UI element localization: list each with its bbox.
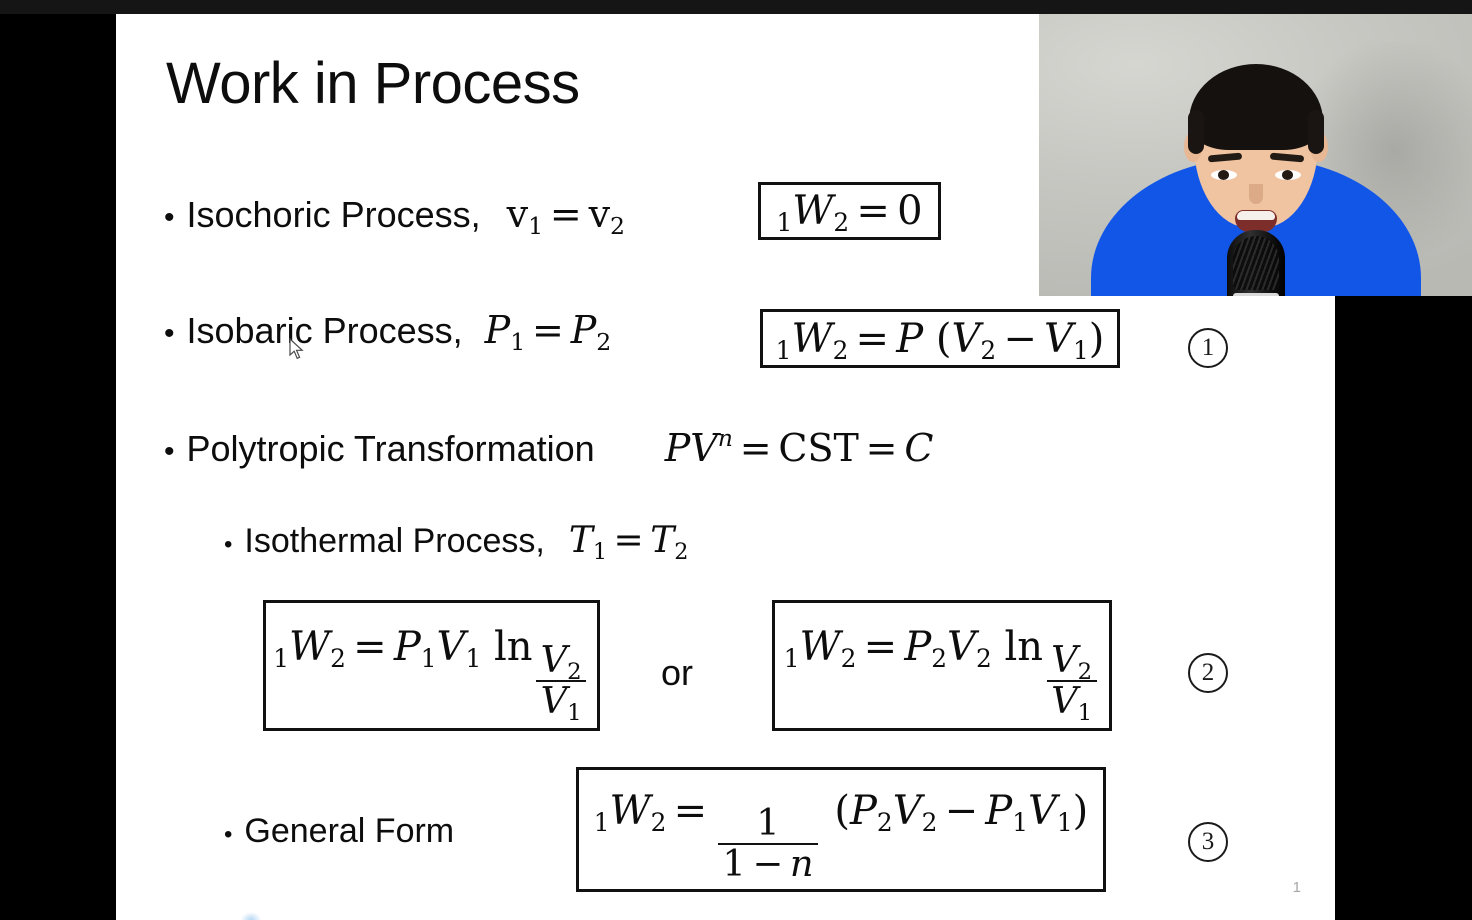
marker-three: 3 bbox=[1188, 822, 1228, 862]
microphone-icon bbox=[1226, 230, 1285, 296]
bullet-isochoric-label: Isochoric Process, bbox=[186, 194, 481, 235]
formula-isothermal-right: 1 W 2 = P 2 V 2 ln V2 V1 bbox=[784, 624, 1100, 724]
formula-isochoric: 1 W 2 = 0 bbox=[776, 188, 923, 238]
bullet-dot-icon: • bbox=[224, 531, 233, 558]
isothermal-condition: T 1 = T 2 bbox=[568, 520, 689, 565]
bullet-dot-icon: • bbox=[164, 435, 175, 468]
letterbox-left-bar bbox=[0, 14, 116, 920]
letterbox-right-bar bbox=[1335, 296, 1472, 920]
presenter-nose bbox=[1248, 184, 1263, 204]
formula-box-isochoric: 1 W 2 = 0 bbox=[758, 182, 941, 240]
isobaric-condition: P 1 = P 2 bbox=[484, 308, 612, 357]
marker-one: 1 bbox=[1188, 328, 1228, 368]
bullet-isochoric: • Isochoric Process, v 1 = v 2 bbox=[164, 192, 626, 241]
bullet-isothermal-label: Isothermal Process, bbox=[244, 522, 545, 560]
video-player: Work in Process • Isochoric Process, v 1 =… bbox=[0, 0, 1472, 920]
marker-two: 2 bbox=[1188, 653, 1228, 693]
formula-box-isothermal-right: 1 W 2 = P 2 V 2 ln V2 V1 bbox=[772, 600, 1112, 731]
formula-box-general-form: 1 W 2 = 1 1− n (P 2 V 2− P 1 V 1) bbox=[576, 767, 1106, 892]
formula-general-form: 1 W 2 = 1 1− n (P 2 V 2− P 1 V 1) bbox=[593, 787, 1089, 885]
presenter-hair-side-left bbox=[1187, 110, 1204, 154]
presenter-hair-side-right bbox=[1307, 110, 1324, 154]
bullet-polytropic: • Polytropic Transformation PV n = CST = C bbox=[164, 426, 933, 470]
presenter-eye-right bbox=[1274, 170, 1301, 180]
or-separator-label: or bbox=[661, 652, 694, 693]
microphone-grill bbox=[1232, 236, 1279, 290]
presenter-pupil-left bbox=[1217, 170, 1229, 180]
bullet-dot-icon: • bbox=[164, 317, 175, 350]
bullet-general-form: • General Form bbox=[224, 812, 454, 851]
formula-isothermal-left: 1 W 2 = P 1 V 1 ln V2 V1 bbox=[273, 624, 589, 724]
bullet-general-form-label: General Form bbox=[244, 812, 455, 850]
isochoric-condition: v 1 = v 2 bbox=[506, 192, 626, 241]
slide-page-number: 1 bbox=[1292, 879, 1301, 896]
bullet-isobaric-label: Isobaric Process, bbox=[186, 310, 463, 351]
presenter-pupil-right bbox=[1281, 170, 1293, 180]
partial-ui-element bbox=[238, 910, 264, 920]
bullet-dot-icon: • bbox=[224, 821, 233, 848]
presenter-teeth bbox=[1236, 211, 1275, 220]
microphone-band bbox=[1232, 293, 1279, 296]
formula-box-isothermal-left: 1 W 2 = P 1 V 1 ln V2 V1 bbox=[263, 600, 600, 731]
formula-isobaric: 1 W 2 = P (V 2− V 1) bbox=[775, 315, 1105, 365]
bullet-polytropic-label: Polytropic Transformation bbox=[186, 428, 595, 469]
presenter-eye-left bbox=[1210, 170, 1237, 180]
formula-box-isobaric: 1 W 2 = P (V 2− V 1) bbox=[760, 309, 1120, 368]
letterbox-top-bar bbox=[0, 0, 1472, 14]
page-title: Work in Process bbox=[166, 51, 580, 116]
bullet-dot-icon: • bbox=[164, 201, 175, 234]
bullet-isothermal: • Isothermal Process, T 1 = T 2 bbox=[224, 520, 689, 565]
presenter-webcam-overlay bbox=[1039, 14, 1472, 296]
presenter-mouth bbox=[1234, 210, 1277, 232]
polytropic-condition: PV n = CST = C bbox=[664, 424, 934, 470]
bullet-isobaric: • Isobaric Process, P 1 = P 2 bbox=[164, 308, 612, 357]
